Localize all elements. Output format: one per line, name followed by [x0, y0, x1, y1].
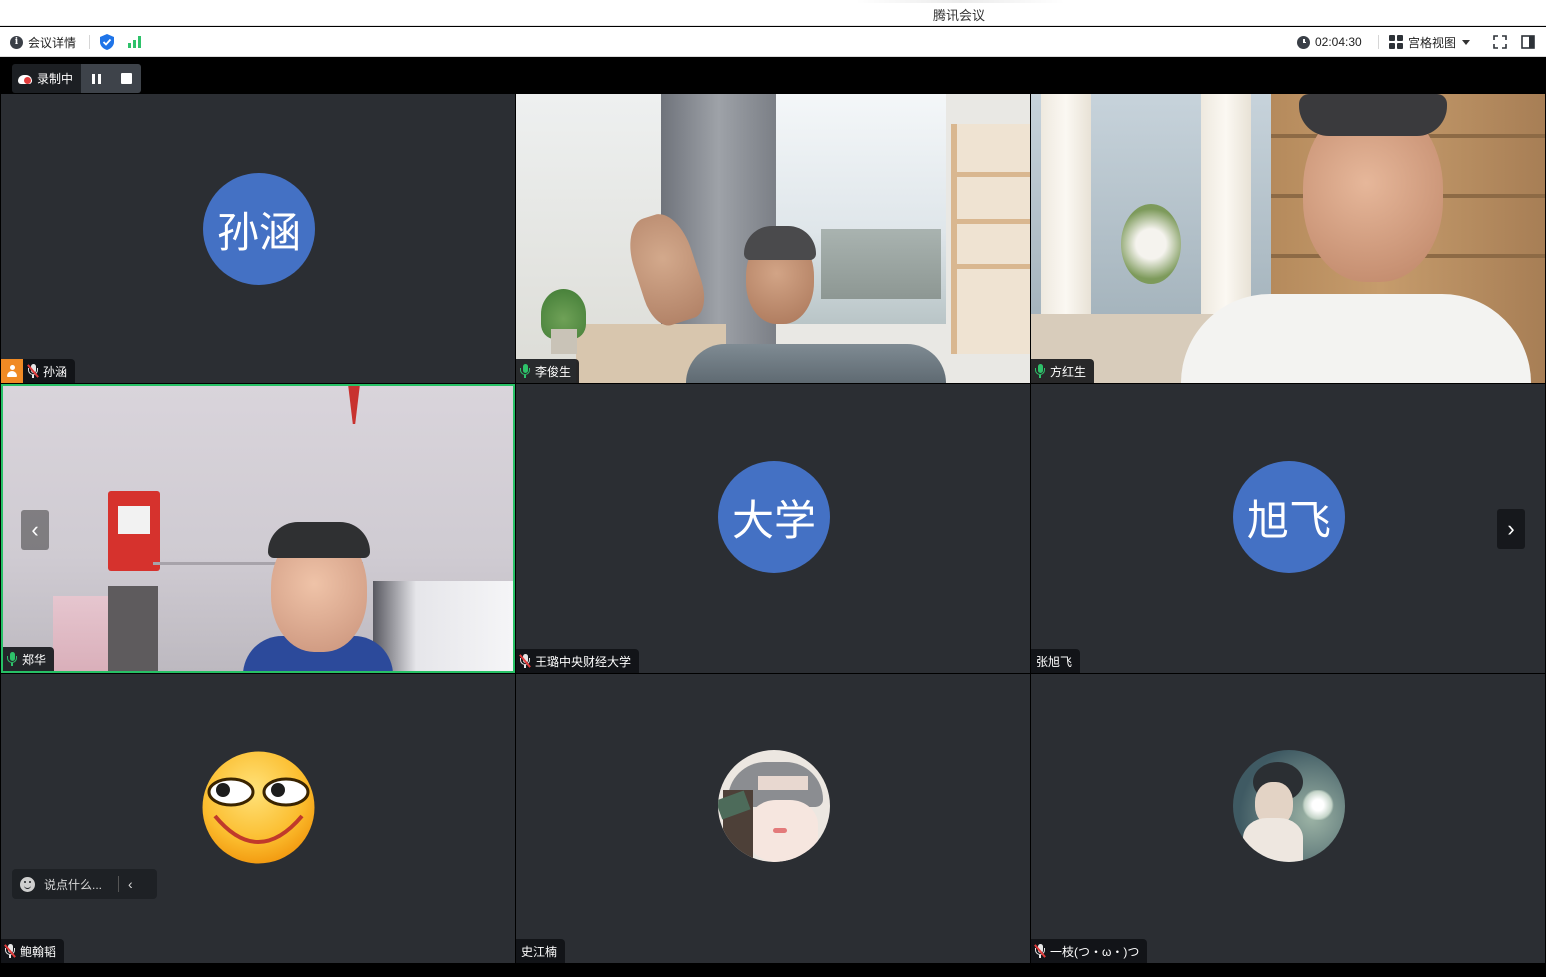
- participant-name-tag: 史江楠: [516, 939, 566, 963]
- network-signal-button[interactable]: [128, 33, 142, 51]
- participant-name-tag: 郑华: [3, 647, 55, 671]
- mic-muted-icon: [5, 944, 15, 958]
- meeting-toolbar: i 会议详情 02:04:30 宫格视图: [0, 27, 1546, 57]
- participant-name-tag: 一枝(つ・ω・)つ: [1031, 939, 1148, 963]
- stop-recording-button[interactable]: [111, 64, 142, 93]
- participant-name: 李俊生: [535, 364, 572, 379]
- participant-tile[interactable]: 孙涵 孙涵: [1, 94, 515, 383]
- participant-video-tile[interactable]: 方红生: [1031, 94, 1545, 383]
- fullscreen-icon: [1493, 35, 1507, 49]
- avatar: 大学: [718, 461, 830, 573]
- side-panel-icon: [1521, 35, 1535, 49]
- video-feed: [1031, 94, 1545, 383]
- chat-input-bar[interactable]: 说点什么... ‹: [12, 869, 157, 899]
- cloud-record-icon: [18, 74, 32, 84]
- mic-icon: [7, 652, 17, 666]
- signal-icon: [128, 36, 141, 48]
- fullscreen-button[interactable]: [1493, 33, 1507, 51]
- participant-name: 方红生: [1050, 364, 1087, 379]
- participant-name-tag: 方红生: [1031, 359, 1095, 383]
- mic-icon: [1035, 364, 1045, 378]
- participant-tile[interactable]: 大学 王璐中央财经大学: [516, 384, 1030, 673]
- side-panel-button[interactable]: [1521, 33, 1535, 51]
- chat-divider: [118, 876, 120, 892]
- participant-name-tag: 王璐中央财经大学: [516, 649, 640, 673]
- participant-name: 史江楠: [521, 944, 558, 959]
- info-icon: i: [10, 35, 23, 49]
- view-mode-label: 宫格视图: [1408, 35, 1457, 50]
- mic-muted-icon: [28, 364, 38, 378]
- chevron-right-icon: ›: [1507, 516, 1515, 541]
- host-icon: [1, 359, 23, 383]
- video-feed: [3, 386, 513, 671]
- participant-name-tag: 鲍翰韬: [1, 939, 65, 963]
- participant-name: 一枝(つ・ω・)つ: [1050, 944, 1140, 959]
- chevron-left-icon[interactable]: ‹: [128, 876, 133, 892]
- chevron-left-icon: ‹: [31, 517, 39, 542]
- painting-avatar: [1233, 750, 1345, 862]
- title-glow: [855, 0, 1065, 3]
- clock-icon: [1297, 35, 1310, 49]
- view-mode-dropdown[interactable]: 宫格视图: [1389, 33, 1471, 51]
- meeting-info-button[interactable]: i 会议详情: [10, 33, 76, 51]
- recording-bar: 录制中: [12, 64, 142, 93]
- window-title: 腾讯会议: [932, 8, 985, 23]
- illustrated-girl-avatar: [718, 750, 830, 862]
- pause-icon: [91, 73, 101, 84]
- participant-name: 王璐中央财经大学: [535, 654, 632, 669]
- avatar: 旭飞: [1233, 461, 1345, 573]
- participant-tile[interactable]: 一枝(つ・ω・)つ: [1031, 674, 1545, 963]
- next-page-button[interactable]: ›: [1497, 509, 1525, 549]
- recording-label: 录制中: [37, 72, 74, 86]
- mic-muted-icon: [520, 654, 530, 668]
- chat-placeholder[interactable]: 说点什么...: [44, 876, 102, 893]
- mic-icon: [520, 364, 530, 378]
- meeting-info-label: 会议详情: [28, 35, 77, 50]
- toolbar-divider: [1378, 35, 1379, 49]
- grid-view-icon: [1389, 35, 1403, 49]
- participant-tile[interactable]: 史江楠: [516, 674, 1030, 963]
- participant-video-tile-speaking[interactable]: ‹ 郑华: [1, 384, 515, 673]
- shield-icon: [100, 34, 114, 50]
- previous-page-button[interactable]: ‹: [21, 510, 49, 550]
- security-shield-button[interactable]: [100, 33, 114, 51]
- duration-text: 02:04:30: [1315, 35, 1362, 49]
- avatar: 孙涵: [203, 173, 315, 285]
- toolbar-divider: [89, 35, 90, 49]
- recording-status[interactable]: 录制中: [12, 64, 82, 93]
- participant-name: 孙涵: [43, 364, 68, 379]
- title-bar: 腾讯会议: [0, 0, 1546, 26]
- participant-name: 郑华: [22, 652, 47, 667]
- stop-icon: [120, 73, 132, 84]
- participant-name-tag: 李俊生: [516, 359, 580, 383]
- emoji-icon[interactable]: [20, 876, 35, 892]
- participant-name: 鲍翰韬: [20, 944, 57, 959]
- mic-muted-icon: [1035, 944, 1045, 958]
- participant-name-tag: 孙涵: [1, 359, 76, 383]
- participant-name: 张旭飞: [1036, 654, 1073, 669]
- participant-tile[interactable]: 旭飞 › 张旭飞: [1031, 384, 1545, 673]
- meeting-duration: 02:04:30: [1297, 33, 1362, 51]
- video-feed: [516, 94, 1030, 383]
- chevron-down-icon: [1462, 39, 1471, 45]
- participant-tile[interactable]: 鲍翰韬: [1, 674, 515, 963]
- participant-video-tile[interactable]: 李俊生: [516, 94, 1030, 383]
- pause-recording-button[interactable]: [81, 64, 112, 93]
- smiley-emoji-avatar: [202, 751, 315, 864]
- participant-name-tag: 张旭飞: [1031, 649, 1081, 673]
